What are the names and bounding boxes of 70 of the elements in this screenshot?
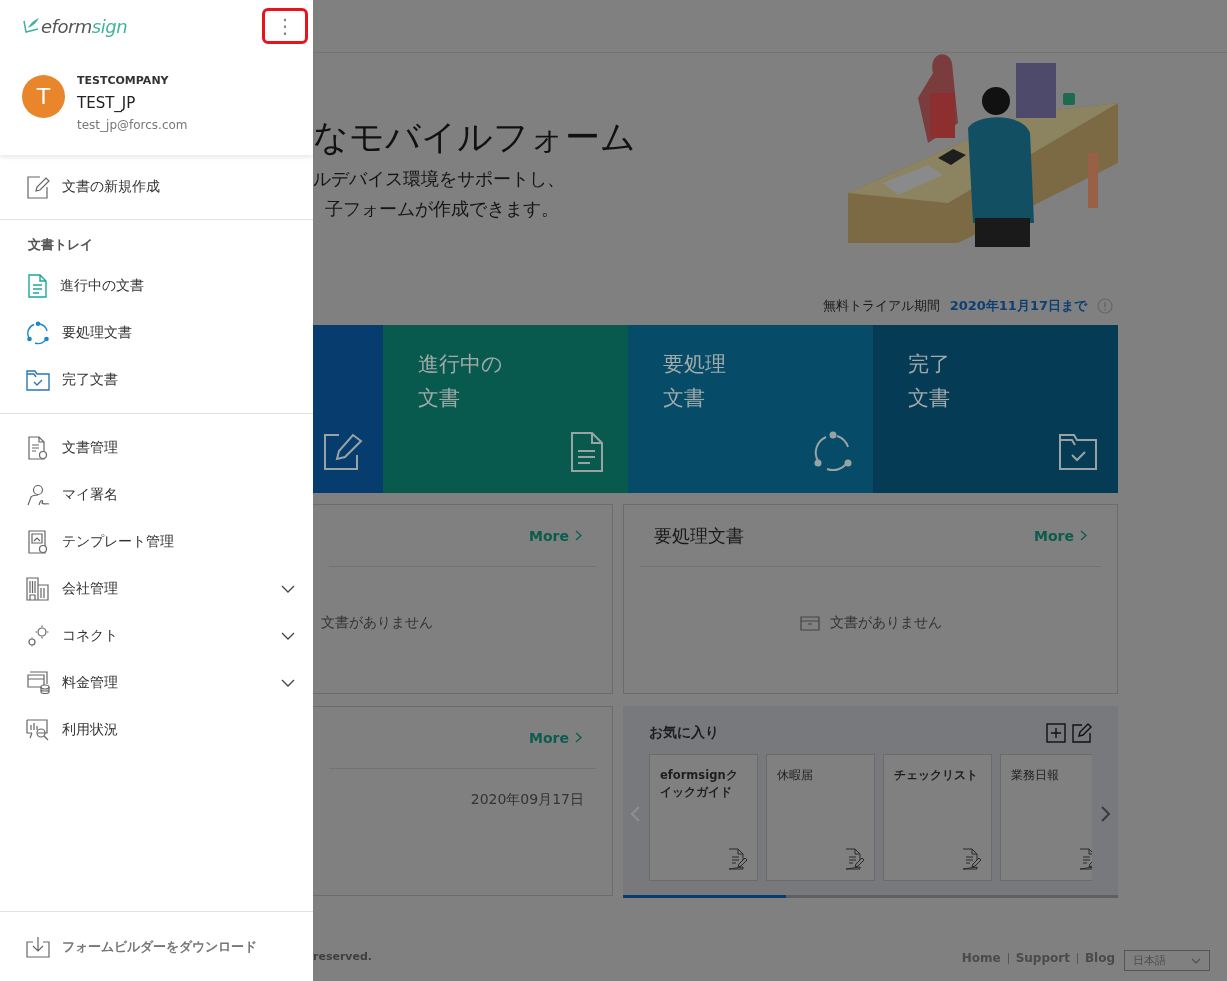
hero-text: ルデバイス環境をサポートし、 <box>313 167 566 191</box>
logo-text: eformsign <box>41 15 128 37</box>
favorites-title: お気に入り <box>649 724 719 742</box>
document-edit-icon <box>727 848 747 870</box>
company-name: TESTCOMPANY <box>77 73 170 89</box>
folder-check-icon <box>1058 431 1098 473</box>
copyright-text: reserved. <box>313 950 372 965</box>
menu-item[interactable]: フォームビルダーをダウンロード <box>0 911 313 981</box>
favorite-card[interactable]: eformsignクイックガイド <box>649 754 758 881</box>
menu-item[interactable]: 文書の新規作成 <box>0 155 313 220</box>
menu-item[interactable]: 会社管理 <box>0 565 313 612</box>
status-tile[interactable]: 要処理 文書 <box>628 325 873 493</box>
favorite-card[interactable]: 業務日報 <box>1000 754 1092 881</box>
hero-text: 子フォームが作成できます。 <box>324 197 560 221</box>
document-edit-icon <box>844 848 864 870</box>
person-signature-icon <box>26 482 50 507</box>
edit-icon <box>26 175 50 199</box>
download-icon <box>26 935 50 958</box>
menu-item[interactable]: 料金管理 <box>0 659 313 706</box>
chevron-right-icon[interactable] <box>1101 806 1110 822</box>
edit-icon[interactable] <box>1072 723 1092 743</box>
status-tile[interactable]: 完了 文書 <box>873 325 1118 493</box>
document-icon <box>26 273 48 298</box>
template-gear-icon <box>26 529 50 554</box>
menu-item[interactable]: 要処理文書 <box>0 309 313 356</box>
building-icon <box>26 576 50 601</box>
document-edit-icon <box>1078 848 1092 870</box>
folder-check-icon <box>26 368 50 391</box>
user-email: test_jp@forcs.com <box>77 117 188 134</box>
menu-item[interactable]: マイ署名 <box>0 471 313 518</box>
hero-title: なモバイルフォーム <box>313 116 636 159</box>
user-name: TEST_JP <box>77 93 137 114</box>
menu-item[interactable]: 文書管理 <box>0 424 313 471</box>
chevron-down-icon[interactable] <box>281 584 295 593</box>
chart-search-icon <box>26 717 50 742</box>
chevron-down-icon[interactable] <box>281 631 295 640</box>
card-title: 要処理文書 <box>654 523 744 548</box>
document-edit-icon <box>961 848 981 870</box>
chevron-right-icon <box>1080 530 1087 541</box>
chevron-down-icon[interactable] <box>281 678 295 687</box>
avatar: T <box>22 75 65 118</box>
add-icon[interactable] <box>1046 723 1066 743</box>
chevron-right-icon <box>575 530 582 541</box>
more-menu-button[interactable]: ⋮ <box>262 8 308 44</box>
document-gear-icon <box>26 435 50 460</box>
menu-item[interactable]: コネクト <box>0 612 313 659</box>
section-title: 文書トレイ <box>27 236 94 254</box>
menu-item[interactable]: 利用状況 <box>0 706 313 753</box>
cards-coins-icon <box>26 670 50 695</box>
menu-item[interactable]: 完了文書 <box>0 356 313 403</box>
status-tile[interactable] <box>313 325 383 493</box>
trial-label: 無料トライアル期間 <box>822 297 940 315</box>
cycle-icon <box>26 320 50 345</box>
empty-message: 文書がありません <box>321 614 433 632</box>
leaf-icon <box>22 17 40 35</box>
favorite-card[interactable]: チェックリスト <box>883 754 992 881</box>
favorite-card[interactable]: 休暇届 <box>766 754 875 881</box>
status-tile[interactable]: 進行中の 文書 <box>383 325 628 493</box>
info-icon <box>1097 298 1113 314</box>
empty-message: 文書がありません <box>829 614 942 632</box>
edit-icon <box>323 431 363 473</box>
menu-item[interactable]: テンプレート管理 <box>0 518 313 565</box>
gears-icon <box>26 623 50 648</box>
tray-icon <box>799 615 820 631</box>
trial-end-date: 2020年11月17日まで <box>949 297 1087 315</box>
cycle-icon <box>813 431 853 473</box>
menu-item[interactable]: 進行中の文書 <box>0 262 313 309</box>
chevron-right-icon <box>575 732 582 743</box>
chevron-down-icon <box>1191 957 1201 964</box>
document-date: 2020年09月17日 <box>470 790 585 809</box>
